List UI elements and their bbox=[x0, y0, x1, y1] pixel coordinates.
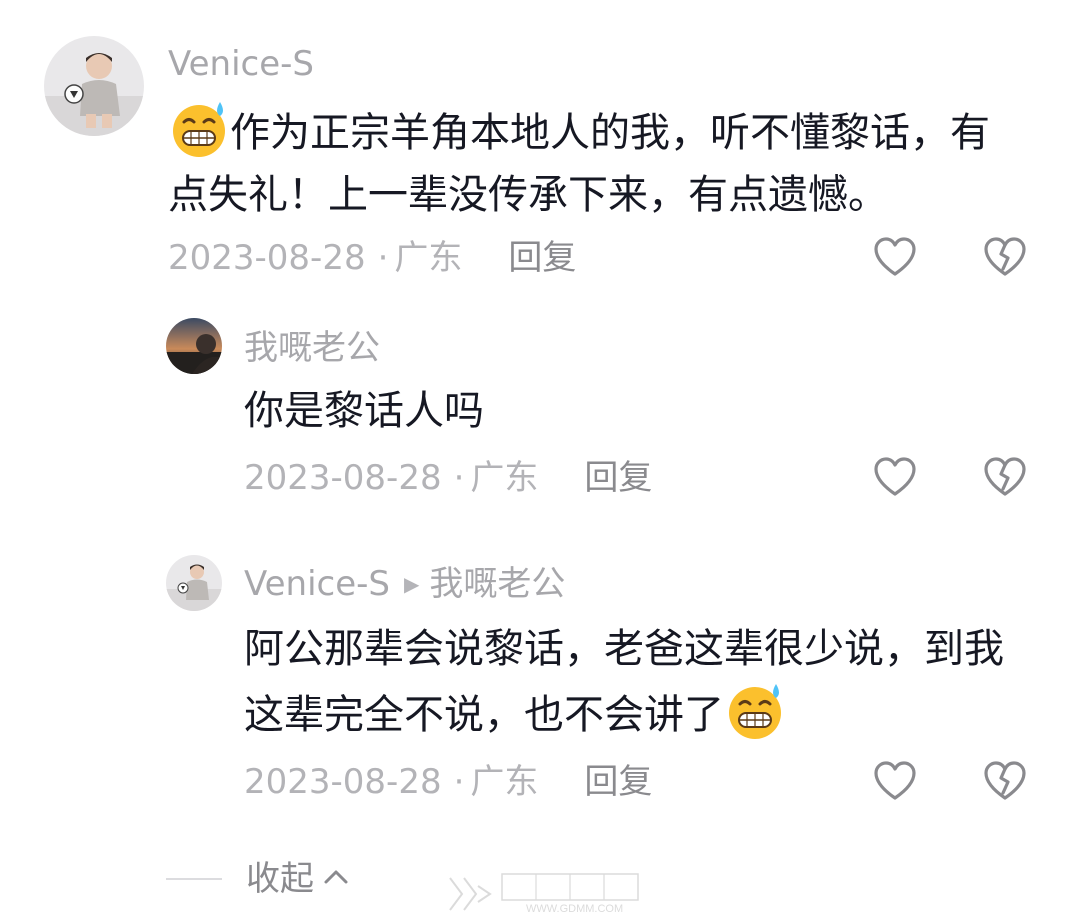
reply-meta: 2023-08-28 · 广东 回复 bbox=[244, 762, 652, 802]
heart-outline-icon[interactable] bbox=[873, 236, 917, 280]
reply-text: 你是黎话人吗 bbox=[244, 388, 484, 434]
reply-text: 阿公那辈会说黎话，老爸这辈很少说，到我 这辈完全不说，也不会讲了 bbox=[244, 618, 1044, 746]
collapse-replies-button[interactable]: 收起 bbox=[166, 854, 350, 904]
reply-author[interactable]: Venice-S bbox=[244, 564, 390, 604]
collapse-label: 收起 bbox=[246, 859, 314, 899]
heart-outline-icon[interactable] bbox=[873, 760, 917, 804]
meta-separator: · bbox=[453, 762, 465, 802]
watermark-logo: WWW.GDMM.COM bbox=[440, 870, 650, 916]
avatar[interactable] bbox=[44, 36, 144, 136]
comment-username[interactable]: Venice-S bbox=[168, 44, 314, 84]
avatar[interactable] bbox=[166, 318, 222, 374]
meta-separator: · bbox=[453, 458, 465, 498]
reply-meta: 2023-08-28 · 广东 回复 bbox=[244, 458, 652, 498]
reply-to-user[interactable]: 我嘅老公 bbox=[429, 564, 565, 604]
reply-text-line1: 阿公那辈会说黎话，老爸这辈很少说，到我 bbox=[244, 626, 1004, 672]
sweat-smile-emoji bbox=[724, 680, 786, 742]
comment-text-line2: 点失礼！上一辈没传承下来，有点遗憾。 bbox=[168, 172, 888, 218]
reply-location: 广东 bbox=[470, 762, 539, 802]
sweat-smile-emoji bbox=[168, 98, 230, 160]
avatar[interactable] bbox=[166, 555, 222, 611]
meta-separator: · bbox=[377, 238, 389, 278]
reply-text-line2: 这辈完全不说，也不会讲了 bbox=[244, 692, 724, 738]
broken-heart-icon[interactable] bbox=[983, 760, 1027, 804]
reply-to-arrow-icon: ▶ bbox=[404, 572, 420, 596]
heart-outline-icon[interactable] bbox=[873, 456, 917, 500]
comment-date: 2023-08-28 bbox=[168, 238, 366, 278]
reply-button[interactable]: 回复 bbox=[584, 458, 652, 498]
broken-heart-icon[interactable] bbox=[983, 456, 1027, 500]
reply-date: 2023-08-28 bbox=[244, 762, 442, 802]
comment-text: 作为正宗羊角本地人的我，听不懂黎话，有 点失礼！上一辈没传承下来，有点遗憾。 bbox=[168, 98, 1048, 226]
collapse-divider bbox=[166, 878, 222, 880]
comment-meta: 2023-08-28 · 广东 回复 bbox=[168, 238, 576, 278]
reply-username[interactable]: 我嘅老公 bbox=[244, 328, 380, 368]
reply-username: Venice-S ▶ 我嘅老公 bbox=[244, 564, 565, 604]
watermark-text: WWW.GDMM.COM bbox=[526, 903, 623, 915]
comment-location: 广东 bbox=[394, 238, 463, 278]
reply-location: 广东 bbox=[470, 458, 539, 498]
broken-heart-icon[interactable] bbox=[983, 236, 1027, 280]
chevron-up-icon bbox=[322, 867, 350, 891]
comment-text-line1: 作为正宗羊角本地人的我，听不懂黎话，有 bbox=[230, 110, 990, 156]
reply-date: 2023-08-28 bbox=[244, 458, 442, 498]
reply-button[interactable]: 回复 bbox=[508, 238, 576, 278]
reply-button[interactable]: 回复 bbox=[584, 762, 652, 802]
